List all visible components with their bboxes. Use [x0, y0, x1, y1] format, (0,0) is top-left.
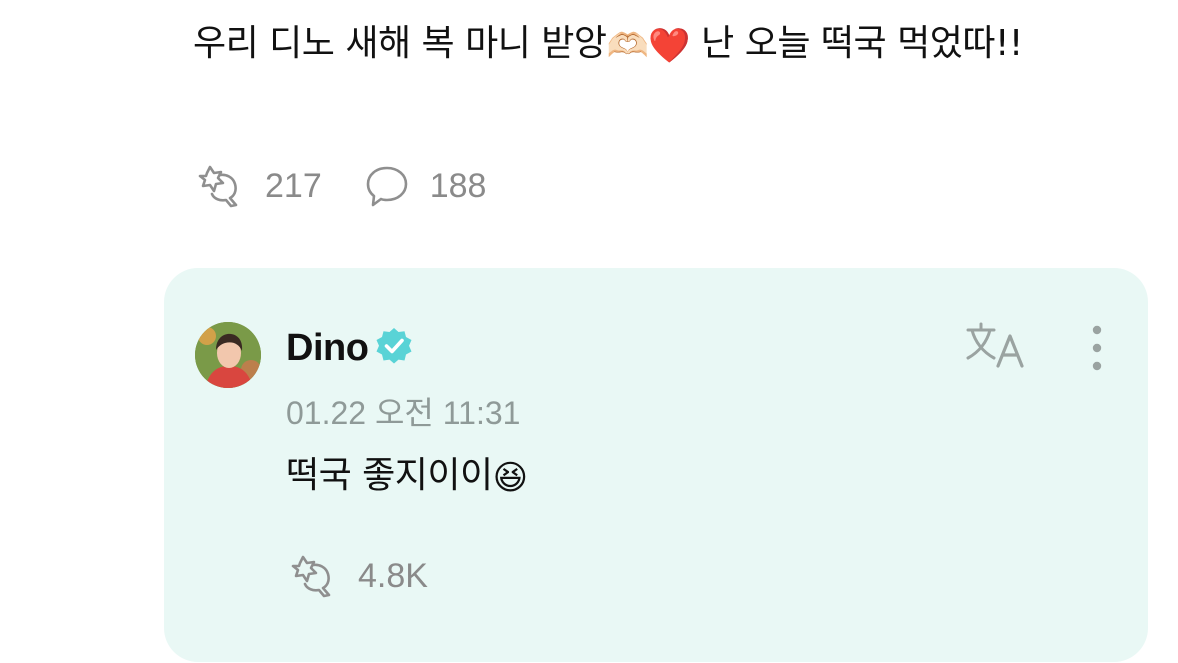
- comment-icon: [364, 164, 410, 208]
- artist-reply-card: Dino 01.22 오전 11:31 떡국 좋지이이😆 4.8K: [164, 268, 1148, 662]
- post-body: 우리 디노 새해 복 마니 받앙🫶🏻❤️ 난 오늘 떡국 먹었따!!: [193, 14, 1113, 76]
- heart-hands-emoji: 🫶🏻: [606, 26, 649, 66]
- verified-badge-icon: [374, 326, 414, 370]
- red-heart-emoji: ❤️: [648, 26, 691, 66]
- like-button[interactable]: 217: [193, 164, 322, 208]
- translate-button[interactable]: [964, 320, 1032, 374]
- avatar[interactable]: [195, 322, 261, 388]
- reply-like-button[interactable]: 4.8K: [286, 554, 428, 598]
- translate-icon: [964, 322, 1032, 378]
- author-row: Dino: [286, 326, 414, 370]
- comment-button[interactable]: 188: [364, 164, 487, 208]
- like-count: 217: [265, 166, 322, 205]
- author-name[interactable]: Dino: [286, 327, 369, 370]
- like-icon: [193, 164, 245, 208]
- reply-timestamp: 01.22 오전 11:31: [286, 395, 521, 431]
- more-options-button[interactable]: [1082, 322, 1112, 376]
- post-actions: 217 188: [193, 160, 486, 212]
- post-text-part2: 난 오늘 떡국 먹었따!!: [690, 23, 1023, 64]
- more-vertical-icon: [1082, 325, 1112, 380]
- post-page: 우리 디노 새해 복 마니 받앙🫶🏻❤️ 난 오늘 떡국 먹었따!! 217 1…: [0, 0, 1178, 663]
- post-text-part1: 우리 디노 새해 복 마니 받앙: [193, 23, 607, 64]
- comment-count: 188: [429, 166, 487, 205]
- like-icon: [286, 554, 338, 598]
- reply-text: 떡국 좋지이이: [286, 455, 493, 496]
- laughing-emoji: 😆: [492, 458, 528, 498]
- reply-body: 떡국 좋지이이😆: [286, 446, 528, 498]
- reply-like-count: 4.8K: [358, 556, 428, 595]
